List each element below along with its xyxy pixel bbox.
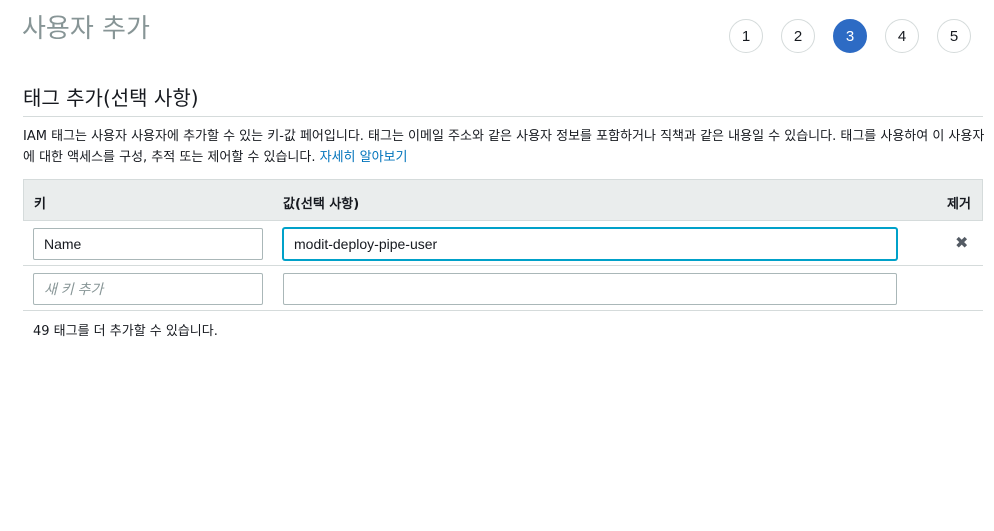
step-4[interactable]: 4 <box>885 19 919 53</box>
table-header: 키 값(선택 사항) 제거 <box>23 179 983 221</box>
section-title: 태그 추가(선택 사항) <box>23 86 199 110</box>
close-icon[interactable]: ✖ <box>955 234 968 252</box>
tag-value-input[interactable] <box>283 228 897 260</box>
header-remove: 제거 <box>947 197 971 212</box>
section-divider <box>23 116 983 117</box>
tags-table: 키 값(선택 사항) 제거 ✖ <box>23 179 983 311</box>
new-tag-key-input[interactable] <box>33 273 263 305</box>
step-2[interactable]: 2 <box>781 19 815 53</box>
description-text: IAM 태그는 사용자 사용자에 추가할 수 있는 키-값 페어입니다. 태그는… <box>23 129 985 165</box>
wizard-steps: 1 2 3 4 5 <box>729 19 989 53</box>
page-title: 사용자 추가 <box>22 14 150 44</box>
step-5[interactable]: 5 <box>937 19 971 53</box>
table-row <box>23 266 983 311</box>
tag-key-input[interactable] <box>33 228 263 260</box>
section-description: IAM 태그는 사용자 사용자에 추가할 수 있는 키-값 페어입니다. 태그는… <box>23 126 985 168</box>
remaining-tags-text: 49 태그를 더 추가할 수 있습니다. <box>33 324 218 339</box>
step-3-current[interactable]: 3 <box>833 19 867 53</box>
step-1[interactable]: 1 <box>729 19 763 53</box>
table-row: ✖ <box>23 221 983 266</box>
header-value: 값(선택 사항) <box>283 197 360 212</box>
new-tag-value-input[interactable] <box>283 273 897 305</box>
learn-more-link[interactable]: 자세히 알아보기 <box>320 150 408 165</box>
header-key: 키 <box>34 197 46 212</box>
